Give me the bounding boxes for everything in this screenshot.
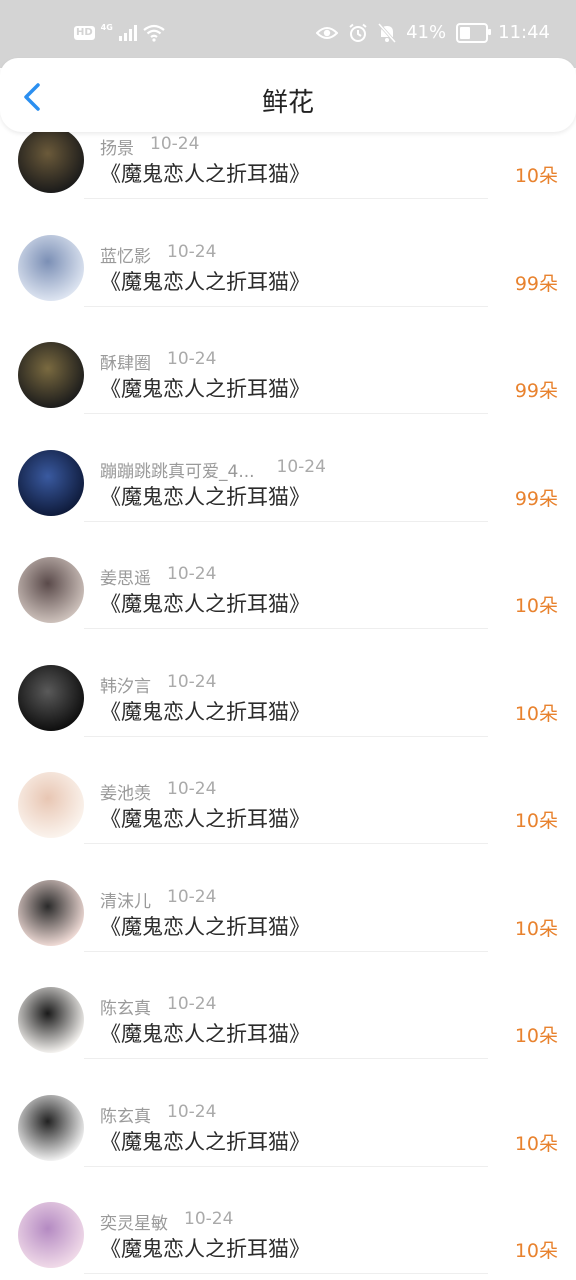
sender-name[interactable]: 姜池羡 xyxy=(100,779,151,804)
list-item[interactable]: 蓝忆影 10-24 《魔鬼恋人之折耳猫》 99朵 xyxy=(0,200,576,307)
book-title[interactable]: 《魔鬼恋人之折耳猫》 xyxy=(100,696,310,726)
row-meta: 奕灵星敏 10-24 xyxy=(100,1209,233,1234)
avatar[interactable] xyxy=(18,987,84,1053)
flower-amount: 10朵 xyxy=(514,702,558,725)
avatar[interactable] xyxy=(18,664,84,731)
flower-amount: 10朵 xyxy=(514,1025,558,1047)
avatar[interactable] xyxy=(18,1202,84,1268)
row-divider xyxy=(84,1273,488,1274)
avatar[interactable] xyxy=(18,772,84,838)
book-title[interactable]: 《魔鬼恋人之折耳猫》 xyxy=(100,588,310,618)
flower-amount: 10朵 xyxy=(514,165,558,187)
sender-name[interactable]: 奕灵星敏 xyxy=(100,1209,168,1234)
row-meta: 扬景 10-24 xyxy=(100,134,199,159)
sender-name[interactable]: 姜思遥 xyxy=(100,564,151,589)
avatar[interactable] xyxy=(18,557,84,623)
status-right: 41% 11:44 xyxy=(316,22,550,43)
gift-date: 10-24 xyxy=(150,134,200,154)
gift-date: 10-24 xyxy=(167,349,217,369)
page-title: 鲜花 xyxy=(261,88,314,118)
book-title[interactable]: 《魔鬼恋人之折耳猫》 xyxy=(100,803,310,833)
gift-date: 10-24 xyxy=(184,1209,234,1229)
avatar[interactable] xyxy=(18,127,84,193)
network-type: 4G xyxy=(100,22,113,32)
row-meta: 蹦蹦跳跳真可爱_4... 10-24 xyxy=(100,457,326,482)
mute-bell-icon xyxy=(378,22,397,43)
book-title[interactable]: 《魔鬼恋人之折耳猫》 xyxy=(100,481,310,511)
gift-date: 10-24 xyxy=(276,456,326,477)
flower-amount: 10朵 xyxy=(514,1132,558,1155)
row-meta: 韩汐言 10-24 xyxy=(100,672,216,697)
list-item[interactable]: 酥肆圈 10-24 《魔鬼恋人之折耳猫》 99朵 xyxy=(0,307,576,414)
book-title[interactable]: 《魔鬼恋人之折耳猫》 xyxy=(100,158,310,188)
gift-date: 10-24 xyxy=(167,779,217,799)
gift-date: 10-24 xyxy=(167,564,217,584)
list-item[interactable]: 奕灵星敏 10-24 《魔鬼恋人之折耳猫》 10朵 xyxy=(0,1167,576,1274)
avatar[interactable] xyxy=(18,879,84,946)
battery-icon xyxy=(456,22,492,43)
gift-date: 10-24 xyxy=(167,1101,217,1122)
book-title[interactable]: 《魔鬼恋人之折耳猫》 xyxy=(100,1126,310,1156)
list-item[interactable]: 姜思遥 10-24 《魔鬼恋人之折耳猫》 10朵 xyxy=(0,522,576,629)
row-meta: 姜思遥 10-24 xyxy=(100,564,216,589)
signal-icon xyxy=(118,25,137,41)
sender-name[interactable]: 蹦蹦跳跳真可爱_4... xyxy=(100,457,255,482)
book-title[interactable]: 《魔鬼恋人之折耳猫》 xyxy=(100,1233,310,1263)
book-title[interactable]: 《魔鬼恋人之折耳猫》 xyxy=(100,1018,310,1048)
flower-amount: 10朵 xyxy=(514,917,558,940)
battery-percent: 41% xyxy=(406,22,447,43)
avatar[interactable] xyxy=(18,449,84,516)
alarm-icon xyxy=(349,23,367,42)
gift-date: 10-24 xyxy=(167,241,217,262)
clock: 11:44 xyxy=(498,22,550,43)
gift-date: 10-24 xyxy=(167,994,217,1014)
flower-amount: 10朵 xyxy=(514,810,558,832)
flower-amount: 99朵 xyxy=(514,272,558,295)
list-item[interactable]: 蹦蹦跳跳真可爱_4... 10-24 《魔鬼恋人之折耳猫》 99朵 xyxy=(0,415,576,522)
row-meta: 陈玄真 10-24 xyxy=(100,1102,216,1127)
row-meta: 姜池羡 10-24 xyxy=(100,779,216,804)
list-item[interactable]: 姜池羡 10-24 《魔鬼恋人之折耳猫》 10朵 xyxy=(0,737,576,844)
sender-name[interactable]: 扬景 xyxy=(100,134,134,159)
gift-date: 10-24 xyxy=(167,671,217,692)
book-title[interactable]: 《魔鬼恋人之折耳猫》 xyxy=(100,373,310,403)
wifi-icon xyxy=(143,24,165,42)
list-item[interactable]: 陈玄真 10-24 《魔鬼恋人之折耳猫》 10朵 xyxy=(0,1060,576,1167)
sender-name[interactable]: 韩汐言 xyxy=(100,672,151,697)
hd-icon: HD xyxy=(74,26,95,40)
row-meta: 酥肆圈 10-24 xyxy=(100,349,216,374)
sender-name[interactable]: 清沫儿 xyxy=(100,887,151,912)
flower-amount: 99朵 xyxy=(514,487,558,510)
avatar[interactable] xyxy=(18,1094,84,1161)
status-left: HD 4G xyxy=(74,22,165,42)
sender-name[interactable]: 陈玄真 xyxy=(100,1102,151,1127)
sender-name[interactable]: 蓝忆影 xyxy=(100,242,151,267)
row-meta: 清沫儿 10-24 xyxy=(100,887,216,912)
avatar[interactable] xyxy=(18,234,84,301)
avatar[interactable] xyxy=(18,342,84,408)
flower-amount: 10朵 xyxy=(514,1240,558,1262)
sender-name[interactable]: 陈玄真 xyxy=(100,994,151,1019)
row-meta: 蓝忆影 10-24 xyxy=(100,242,216,267)
flower-amount: 10朵 xyxy=(514,595,558,617)
flower-amount: 99朵 xyxy=(514,380,558,402)
book-title[interactable]: 《魔鬼恋人之折耳猫》 xyxy=(100,266,310,296)
list-item[interactable]: 清沫儿 10-24 《魔鬼恋人之折耳猫》 10朵 xyxy=(0,845,576,952)
eye-icon xyxy=(316,26,339,39)
list-item[interactable]: 韩汐言 10-24 《魔鬼恋人之折耳猫》 10朵 xyxy=(0,630,576,737)
gift-date: 10-24 xyxy=(167,886,217,907)
battery-level xyxy=(460,26,470,39)
row-meta: 陈玄真 10-24 xyxy=(100,994,216,1019)
nav-header: 鲜花 xyxy=(0,58,576,132)
book-title[interactable]: 《魔鬼恋人之折耳猫》 xyxy=(100,911,310,941)
sender-name[interactable]: 酥肆圈 xyxy=(100,349,151,374)
list-item[interactable]: 陈玄真 10-24 《魔鬼恋人之折耳猫》 10朵 xyxy=(0,952,576,1059)
